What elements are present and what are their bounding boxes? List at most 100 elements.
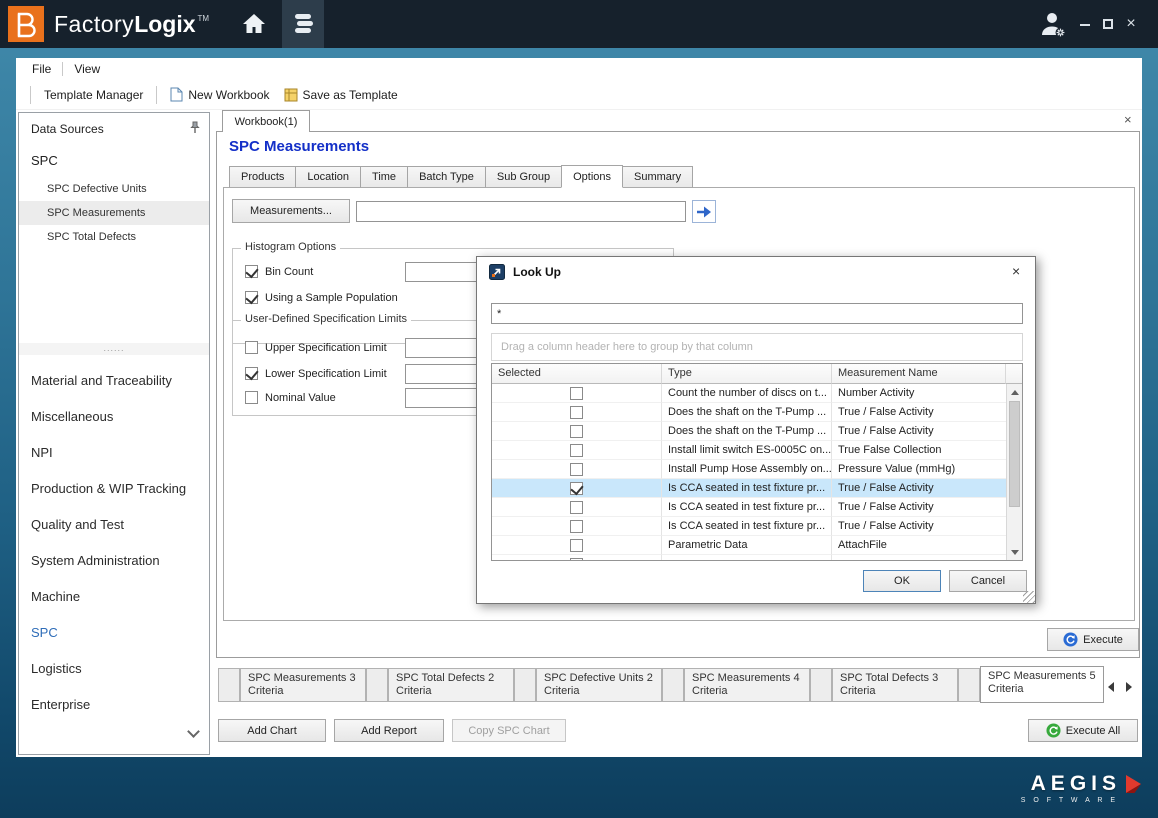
criteria-tab-spc-measurements-4[interactable]: SPC Measurements 4Criteria [684, 668, 810, 702]
group-by-area[interactable]: Drag a column header here to group by th… [491, 333, 1023, 361]
workbook-tab[interactable]: Workbook(1) [222, 110, 310, 132]
table-row[interactable]: Install Pump Hose Assembly on... Pressur… [492, 460, 1006, 479]
tab-batch-type[interactable]: Batch Type [407, 166, 486, 188]
measurements-button[interactable]: Measurements... [232, 199, 350, 223]
criteria-tab-spc-measurements-3[interactable]: SPC Measurements 3Criteria [240, 668, 366, 702]
criteria-tab-spc-defective-units-2[interactable]: SPC Defective Units 2Criteria [536, 668, 662, 702]
lower-spec-limit-checkbox[interactable] [245, 367, 258, 380]
row-checkbox[interactable] [570, 406, 583, 419]
criteria-tab-stub[interactable] [810, 668, 832, 702]
criteria-tab-stub[interactable] [366, 668, 388, 702]
maximize-button[interactable] [1099, 14, 1117, 34]
save-as-template-button[interactable]: Save as Template [277, 84, 405, 106]
scroll-down-button[interactable] [1007, 544, 1022, 560]
tab-time[interactable]: Time [360, 166, 408, 188]
sidebar-section-spc[interactable]: SPC [31, 615, 58, 651]
criteria-tab-stub[interactable] [662, 668, 684, 702]
table-row[interactable]: Count the number of discs on t... Number… [492, 384, 1006, 403]
table-row[interactable]: Install limit switch ES-0005C on... True… [492, 441, 1006, 460]
tab-summary[interactable]: Summary [622, 166, 693, 188]
tab-sub-group[interactable]: Sub Group [485, 166, 562, 188]
sidebar-scroll-down-button[interactable] [185, 725, 201, 741]
new-workbook-button[interactable]: New Workbook [163, 83, 276, 106]
table-row[interactable]: Is CCA seated in test fixture pr... True… [492, 517, 1006, 536]
row-checkbox[interactable] [570, 558, 583, 561]
sidebar-group-spc[interactable]: SPC [31, 153, 58, 168]
table-row[interactable]: Is CCA seated in test fixture pr... True… [492, 498, 1006, 517]
resize-grip[interactable] [1023, 591, 1035, 603]
sidebar-splitter[interactable]: ...... [19, 343, 209, 355]
add-chart-button[interactable]: Add Chart [218, 719, 326, 742]
sample-population-checkbox[interactable] [245, 291, 258, 304]
table-scrollbar[interactable] [1006, 384, 1022, 560]
sidebar-section-logistics[interactable]: Logistics [31, 651, 82, 687]
nominal-value-checkbox[interactable] [245, 391, 258, 404]
row-checkbox[interactable] [570, 387, 583, 400]
lookup-filter-input[interactable] [491, 303, 1023, 324]
table-row[interactable]: Does the shaft on the T-Pump ... True / … [492, 422, 1006, 441]
criteria-tab-spc-total-defects-2[interactable]: SPC Total Defects 2Criteria [388, 668, 514, 702]
table-row[interactable]: Does the shaft on the T-Pump ... True / … [492, 403, 1006, 422]
pin-icon[interactable] [189, 121, 203, 135]
close-button[interactable]: × [1121, 14, 1141, 34]
column-header-selected[interactable]: Selected [492, 364, 662, 384]
sidebar-section-quality-and-test[interactable]: Quality and Test [31, 507, 124, 543]
sidebar-section-material-and-traceability[interactable]: Material and Traceability [31, 363, 172, 399]
table-row-partial[interactable] [492, 555, 1006, 560]
add-report-button[interactable]: Add Report [334, 719, 444, 742]
lookup-close-icon[interactable]: × [1012, 263, 1020, 279]
scrollbar-thumb[interactable] [1009, 401, 1020, 507]
menu-view[interactable]: View [66, 59, 108, 79]
criteria-scroll-left-button[interactable] [1108, 679, 1120, 691]
copy-spc-chart-button[interactable]: Copy SPC Chart [452, 719, 566, 742]
row-checkbox[interactable] [570, 444, 583, 457]
criteria-tab-stub[interactable] [514, 668, 536, 702]
workbooks-button[interactable] [282, 0, 324, 48]
sidebar-section-system-administration[interactable]: System Administration [31, 543, 160, 579]
home-button[interactable] [238, 10, 270, 38]
measurements-input[interactable] [356, 201, 686, 222]
user-settings-button[interactable] [1036, 8, 1070, 40]
sidebar-section-miscellaneous[interactable]: Miscellaneous [31, 399, 113, 435]
ok-button[interactable]: OK [863, 570, 941, 592]
row-checkbox[interactable] [570, 463, 583, 476]
row-checkbox[interactable] [570, 482, 583, 495]
criteria-tab-stub[interactable] [958, 668, 980, 702]
row-measurement-name: Pressure Value (mmHg) [832, 460, 1006, 479]
execute-button[interactable]: Execute [1047, 628, 1139, 651]
menu-file[interactable]: File [24, 59, 59, 79]
row-checkbox[interactable] [570, 539, 583, 552]
bin-count-checkbox[interactable] [245, 265, 258, 278]
sidebar-item-spc-defective-units[interactable]: SPC Defective Units [19, 177, 209, 201]
cancel-button[interactable]: Cancel [949, 570, 1027, 592]
sidebar-item-spc-total-defects[interactable]: SPC Total Defects [19, 225, 209, 249]
column-header-measurement-name[interactable]: Measurement Name [832, 364, 1006, 384]
tab-location[interactable]: Location [295, 166, 361, 188]
row-checkbox[interactable] [570, 501, 583, 514]
scroll-up-button[interactable] [1007, 384, 1022, 400]
column-header-type[interactable]: Type [662, 364, 832, 384]
template-manager-button[interactable]: Template Manager [37, 84, 150, 106]
row-checkbox[interactable] [570, 520, 583, 533]
row-checkbox[interactable] [570, 425, 583, 438]
tab-products[interactable]: Products [229, 166, 296, 188]
sidebar-section-machine[interactable]: Machine [31, 579, 80, 615]
lookup-dialog-titlebar[interactable]: Look Up × [477, 257, 1037, 287]
table-row-selected[interactable]: Is CCA seated in test fixture pr... True… [492, 479, 1006, 498]
sidebar-section-npi[interactable]: NPI [31, 435, 53, 471]
criteria-scroll-right-button[interactable] [1126, 679, 1138, 691]
sidebar-section-production-wip-tracking[interactable]: Production & WIP Tracking [31, 471, 186, 507]
sidebar-section-enterprise[interactable]: Enterprise [31, 687, 90, 723]
workbook-close-icon[interactable]: × [1124, 112, 1132, 127]
row-type: Parametric Data [662, 536, 832, 555]
sidebar-item-spc-measurements[interactable]: SPC Measurements [19, 201, 209, 225]
upper-spec-limit-checkbox[interactable] [245, 341, 258, 354]
tab-options[interactable]: Options [561, 165, 623, 188]
criteria-tab-spc-measurements-5[interactable]: SPC Measurements 5Criteria [980, 666, 1104, 703]
minimize-button[interactable] [1076, 14, 1094, 34]
criteria-tab-spc-total-defects-3[interactable]: SPC Total Defects 3Criteria [832, 668, 958, 702]
execute-all-button[interactable]: Execute All [1028, 719, 1138, 742]
measurements-go-button[interactable] [692, 200, 716, 223]
criteria-tab-stub[interactable] [218, 668, 240, 702]
table-row[interactable]: Parametric Data AttachFile [492, 536, 1006, 555]
